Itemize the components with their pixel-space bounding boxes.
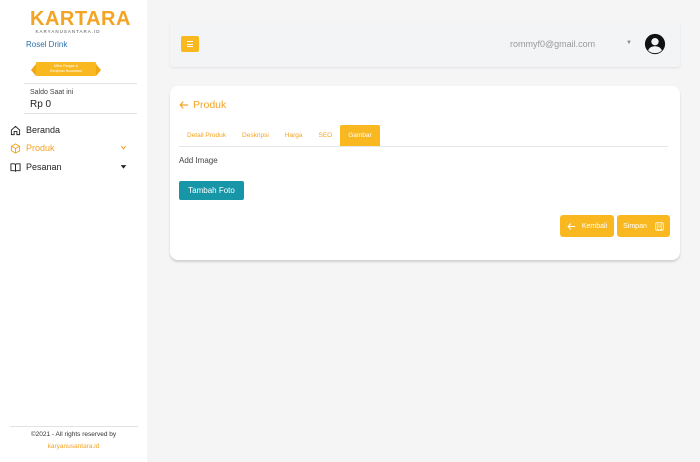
page-title: Produk	[193, 99, 227, 111]
logo-subtitle: KARYANUSANTARA.ID	[35, 29, 101, 34]
divider	[10, 426, 138, 427]
user-circle-icon[interactable]	[644, 33, 666, 55]
caret-down-icon	[120, 165, 127, 169]
hamburger-button[interactable]	[181, 36, 199, 52]
add-photo-button[interactable]: Tambah Foto	[179, 181, 244, 200]
badge-line-2: Kerajinan Nusantara	[50, 69, 82, 73]
back-to-products-link[interactable]: Produk	[179, 99, 226, 111]
tab-gambar[interactable]: Gambar	[340, 125, 380, 146]
save-button-label: Simpan	[623, 222, 647, 230]
hamburger-icon-bar	[187, 46, 193, 47]
sidebar-item-pesanan[interactable]: Pesanan	[10, 160, 127, 174]
divider	[24, 113, 137, 114]
chevron-down-icon	[120, 145, 127, 150]
balance-label: Saldo Saat ini	[30, 89, 74, 96]
arrow-left-icon	[567, 222, 576, 230]
book-open-icon	[10, 162, 21, 172]
floppy-disk-icon	[655, 221, 664, 231]
sidebar-item-beranda[interactable]: Beranda	[10, 123, 127, 137]
back-button-label: Kembali	[581, 222, 608, 230]
logo-wordmark: KARTARA	[30, 8, 131, 30]
balance-value: Rp 0	[30, 99, 52, 110]
arrow-left-icon	[179, 101, 189, 109]
tab-seo[interactable]: SEO	[310, 125, 340, 146]
tabs-divider	[179, 146, 668, 147]
hamburger-icon-bar	[187, 43, 193, 45]
sidebar-item-label: Beranda	[26, 125, 61, 135]
footer-copyright: ©2021 - All rights reserved by	[30, 431, 117, 438]
tab-harga[interactable]: Harga	[277, 125, 311, 146]
badge-line-1: Mitra Pangan &	[53, 64, 79, 68]
footer-link[interactable]: karyanusantara.id	[0, 443, 147, 450]
tab-detail-produk[interactable]: Detail Produk	[179, 125, 234, 146]
hamburger-icon-bar	[187, 41, 193, 42]
back-button[interactable]: Kembali	[560, 215, 614, 237]
add-image-label: Add Image	[179, 156, 218, 165]
tab-deskripsi[interactable]: Deskripsi	[234, 125, 277, 146]
account-email-select[interactable]: rommyf0@gmail.com ▼	[506, 36, 640, 52]
product-tabs: Detail Produk Deskripsi Harga SEO Gambar	[179, 125, 380, 147]
caret-down-icon: ▼	[626, 40, 632, 46]
divider	[24, 83, 137, 84]
save-button[interactable]: Simpan	[617, 215, 670, 237]
top-bar: rommyf0@gmail.com ▼	[170, 21, 680, 67]
store-name: Rosel Drink	[26, 40, 68, 49]
sidebar-item-label: Produk	[26, 143, 55, 153]
box-icon	[10, 142, 21, 154]
account-email: rommyf0@gmail.com	[510, 39, 596, 49]
product-card: Produk Detail Produk Deskripsi Harga SEO…	[170, 86, 680, 260]
partner-badge: Mitra Pangan & Kerajinan Nusantara	[31, 62, 101, 76]
sidebar-item-produk[interactable]: Produk	[10, 141, 127, 155]
home-icon	[10, 125, 21, 135]
brand-logo[interactable]: KARTARA KARYANUSANTARA.ID	[30, 8, 131, 35]
sidebar-item-label: Pesanan	[26, 162, 62, 172]
sidebar: KARTARA KARYANUSANTARA.ID Rosel Drink Mi…	[0, 0, 147, 462]
